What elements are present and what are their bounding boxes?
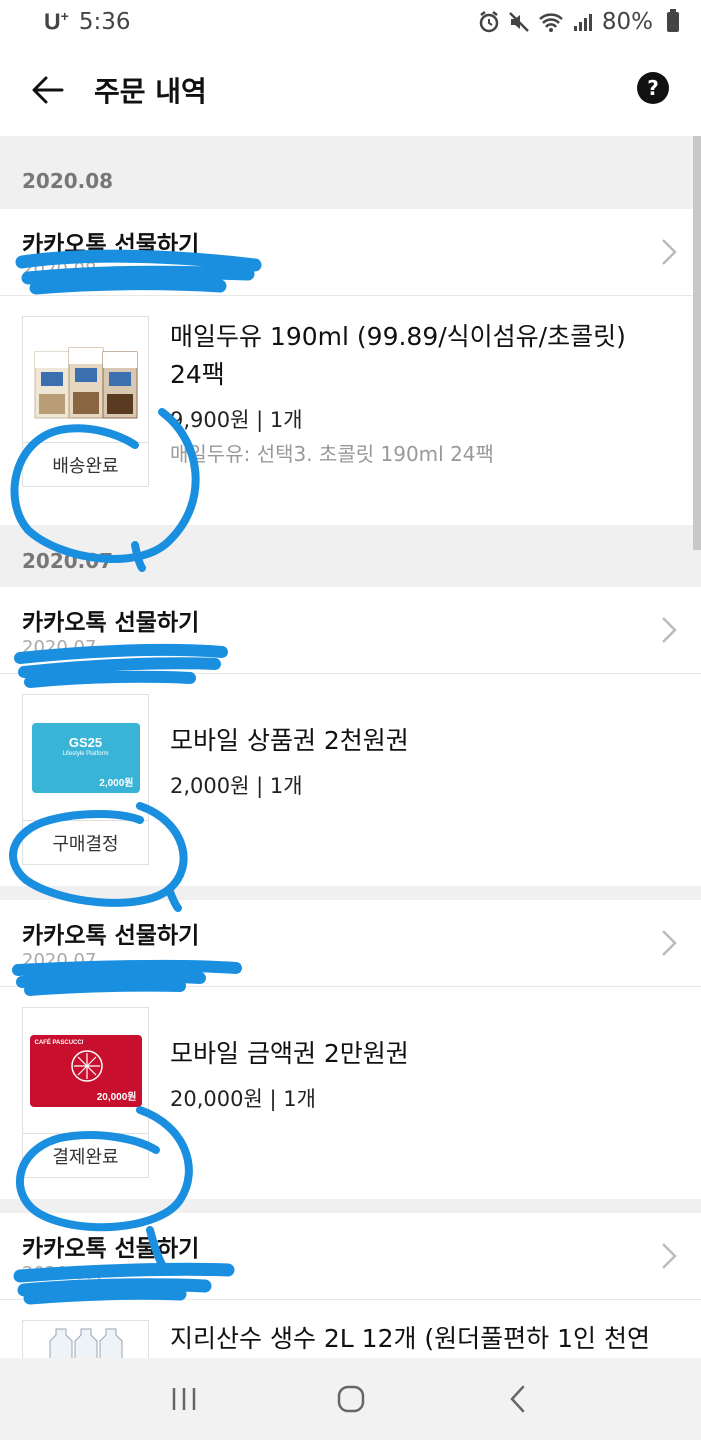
arrow-left-icon [32,76,64,104]
back-chevron-icon [509,1385,524,1413]
clock: 5:36 [78,9,131,35]
status-icons: 80% [478,9,679,35]
product-price: 2,000원 | 1개 [170,774,303,798]
date-header: 2020.07 [22,549,114,573]
chevron-right-icon [662,239,677,265]
nav-back-button[interactable] [488,1369,548,1429]
store-name: 카카오톡 선물하기 [22,610,200,636]
chevron-right-icon [662,617,677,643]
soymilk-image [23,317,148,443]
product-title: 지리산수 생수 2L 12개 (원더풀편하 1인 천연 [170,1324,650,1353]
store-name: 카카오톡 선물하기 [22,232,200,258]
order-date: 2020.07. [22,950,103,971]
battery-icon [667,9,679,32]
back-button[interactable] [18,60,78,120]
order-date: 2020.07. [22,637,103,658]
product-thumbnail: CAFÉ PASCUCCI 20,000원 결제완료 [22,1007,149,1178]
store-row[interactable]: 카카오톡 선물하기 2020.08. [0,209,701,296]
order-status: 결제완료 [52,1147,119,1168]
product-row[interactable]: CAFÉ PASCUCCI 20,000원 결제완료 모바일 금액권 2만원권 … [0,987,701,1199]
carrier-label: U+ [44,8,69,35]
system-nav-bar [0,1358,701,1440]
product-option: 매일두유: 선택3. 초콜릿 190ml 24팩 [170,442,494,466]
product-row[interactable]: 배송완료 매일두유 190ml (99.89/식이섬유/초콜릿) 24팩 9,9… [0,296,701,525]
order-date: 2020.08. [22,259,103,280]
product-row[interactable]: GS25 Lifestyle Platform 2,000원 구매결정 모바일 … [0,674,701,886]
scrollbar[interactable] [693,136,701,550]
product-thumbnail: GS25 Lifestyle Platform 2,000원 구매결정 [22,694,149,865]
question-icon: ? [647,76,659,100]
product-price: 9,900원 | 1개 [170,408,303,432]
pascucci-voucher-image: CAFÉ PASCUCCI 20,000원 [23,1008,148,1134]
home-button[interactable] [321,1369,381,1429]
wifi-icon [539,13,563,32]
recents-icon [172,1388,195,1410]
store-row[interactable]: 카카오톡 선물하기 2020.07. [0,900,701,987]
product-thumbnail: 배송완료 [22,316,149,487]
order-status: 배송완료 [52,456,119,477]
alarm-icon [479,11,499,33]
recent-apps-button[interactable] [154,1369,214,1429]
store-name: 카카오톡 선물하기 [22,923,200,949]
battery-percent: 80% [601,9,653,35]
product-title: 매일두유 190ml (99.89/식이섬유/초콜릿) 24팩 [170,322,626,389]
page-title: 주문 내역 [94,75,207,108]
mute-icon [508,12,529,32]
order-list[interactable]: 2020.08 카카오톡 선물하기 2020.08. 배송완료 매일두유 190… [0,136,701,1358]
product-price: 20,000원 | 1개 [170,1087,316,1111]
order-status: 구매결정 [52,834,119,855]
home-icon [337,1385,364,1413]
product-title: 모바일 금액권 2만원권 [170,1039,409,1068]
water-bottles-image [23,1321,148,1358]
chevron-right-icon [662,1243,677,1269]
gs25-voucher-image: GS25 Lifestyle Platform 2,000원 [23,695,148,821]
store-row[interactable]: 카카오톡 선물하기 2020.07. [0,587,701,674]
product-thumbnail [22,1320,149,1358]
help-button[interactable]: ? [637,72,669,104]
store-name: 카카오톡 선물하기 [22,1236,200,1262]
app-bar: 주문 내역 ? [0,44,701,136]
product-row[interactable]: 지리산수 생수 2L 12개 (원더풀편하 1인 천연 [0,1300,701,1358]
chevron-right-icon [662,930,677,956]
order-date: 2020.07. [22,1263,103,1284]
signal-icon [573,14,592,31]
store-row[interactable]: 카카오톡 선물하기 2020.07. [0,1213,701,1300]
date-header: 2020.08 [22,169,114,193]
product-title: 모바일 상품권 2천원권 [170,726,409,755]
status-bar: U+ 5:36 80% [0,0,701,44]
